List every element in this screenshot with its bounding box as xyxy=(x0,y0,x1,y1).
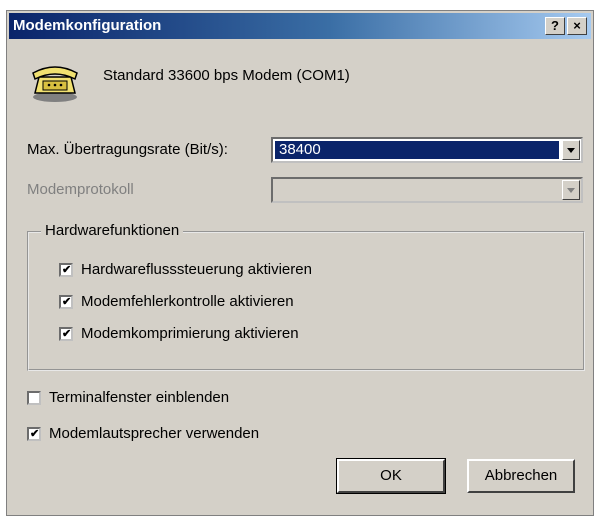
modem-name: Standard 33600 bps Modem (COM1) xyxy=(103,67,350,84)
window-title: Modemkonfiguration xyxy=(13,17,162,34)
protocol-select[interactable] xyxy=(271,177,583,203)
compression-checkbox[interactable]: ✔ xyxy=(59,326,73,341)
chevron-down-icon[interactable] xyxy=(562,180,580,200)
telephone-icon xyxy=(32,66,78,102)
rate-value: 38400 xyxy=(275,141,559,159)
terminal-label: Terminalfenster einblenden xyxy=(49,389,230,406)
error-control-checkbox[interactable]: ✔ xyxy=(59,294,73,309)
rate-select[interactable]: 38400 xyxy=(271,137,583,163)
compression-label: Modemkomprimierung aktivieren xyxy=(81,325,299,342)
hardware-group: Hardwarefunktionen ✔ Hardwareflusssteuer… xyxy=(27,222,585,371)
error-control-option[interactable]: ✔ Modemfehlerkontrolle aktivieren xyxy=(59,293,294,310)
rate-label: Max. Übertragungsrate (Bit/s): xyxy=(27,141,228,158)
check-mark-icon: ✔ xyxy=(62,263,72,276)
speaker-checkbox[interactable]: ✔ xyxy=(27,426,41,441)
terminal-checkbox[interactable] xyxy=(27,390,41,405)
flow-control-option[interactable]: ✔ Hardwareflusssteuerung aktivieren xyxy=(59,261,312,278)
speaker-option[interactable]: ✔ Modemlautsprecher verwenden xyxy=(27,425,259,442)
speaker-label: Modemlautsprecher verwenden xyxy=(49,425,260,442)
ok-button[interactable]: OK xyxy=(336,458,446,494)
hardware-group-title: Hardwarefunktionen xyxy=(41,222,184,239)
title-bar: Modemkonfiguration ? × xyxy=(9,13,591,39)
terminal-option[interactable]: Terminalfenster einblenden xyxy=(27,389,229,406)
modem-config-dialog: Modemkonfiguration ? × Standard 33600 bp… xyxy=(6,10,594,516)
protocol-label: Modemprotokoll xyxy=(27,181,134,198)
check-mark-icon: ✔ xyxy=(62,295,72,308)
chevron-down-icon[interactable] xyxy=(562,140,580,160)
cancel-button[interactable]: Abbrechen xyxy=(467,459,575,493)
help-button[interactable]: ? xyxy=(545,17,565,35)
check-mark-icon: ✔ xyxy=(30,427,40,440)
compression-option[interactable]: ✔ Modemkomprimierung aktivieren xyxy=(59,325,299,342)
flow-control-label: Hardwareflusssteuerung aktivieren xyxy=(81,261,312,278)
error-control-label: Modemfehlerkontrolle aktivieren xyxy=(81,293,294,310)
check-mark-icon: ✔ xyxy=(62,327,72,340)
close-button[interactable]: × xyxy=(567,17,587,35)
flow-control-checkbox[interactable]: ✔ xyxy=(59,262,73,277)
